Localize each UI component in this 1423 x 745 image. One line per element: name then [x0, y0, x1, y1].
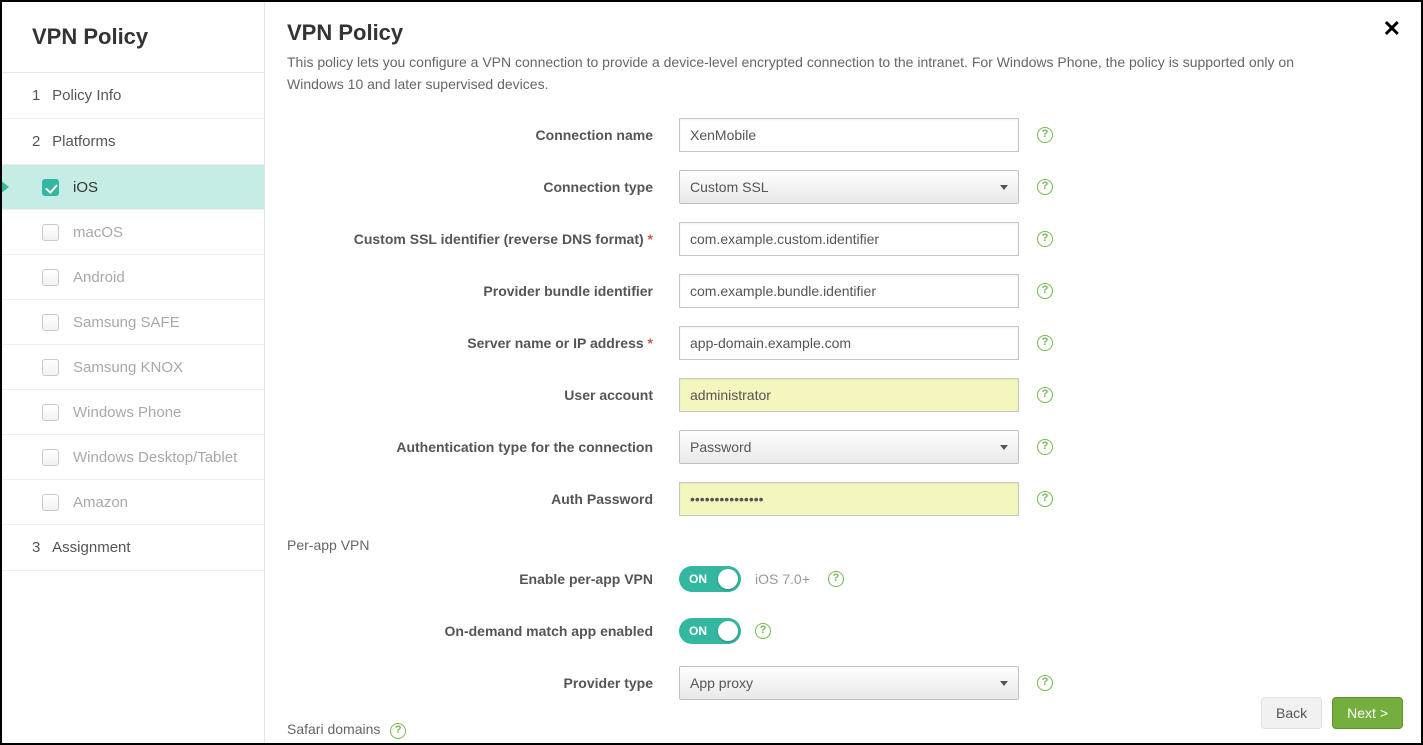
help-icon[interactable]: [1037, 283, 1053, 299]
help-icon[interactable]: [1037, 491, 1053, 507]
step-number: 3: [32, 539, 48, 556]
close-icon[interactable]: ✕: [1383, 18, 1401, 40]
label-auth-type: Authentication type for the connection: [287, 439, 679, 455]
footer: Back Next >: [1243, 683, 1421, 743]
platform-item-android[interactable]: Android: [2, 255, 264, 300]
label-user-account: User account: [287, 387, 679, 403]
main-panel: ✕ VPN Policy This policy lets you config…: [265, 2, 1421, 743]
help-icon[interactable]: [390, 723, 406, 739]
platform-item-windows-desktop-tablet[interactable]: Windows Desktop/Tablet: [2, 435, 264, 480]
sidebar-title: VPN Policy: [2, 2, 264, 73]
input-provider-bundle[interactable]: [679, 274, 1019, 308]
platform-item-windows-phone[interactable]: Windows Phone: [2, 390, 264, 435]
toggle-enable-per-app[interactable]: ON: [679, 566, 741, 592]
select-value: App proxy: [690, 675, 753, 691]
select-value: Custom SSL: [690, 179, 769, 195]
checkbox-icon[interactable]: [42, 449, 59, 466]
help-icon[interactable]: [828, 571, 844, 587]
input-server[interactable]: [679, 326, 1019, 360]
input-user-account[interactable]: [679, 378, 1019, 412]
help-icon[interactable]: [1037, 231, 1053, 247]
checkbox-icon[interactable]: [42, 179, 59, 196]
label-auth-password: Auth Password: [287, 491, 679, 507]
label-provider-type: Provider type: [287, 675, 679, 691]
select-value: Password: [690, 439, 751, 455]
platform-label: Samsung KNOX: [73, 359, 183, 376]
page-title: VPN Policy: [287, 20, 1385, 46]
step-label: Policy Info: [52, 87, 121, 104]
help-icon[interactable]: [755, 623, 771, 639]
help-icon[interactable]: [1037, 335, 1053, 351]
label-connection-type: Connection type: [287, 179, 679, 195]
platform-label: macOS: [73, 224, 123, 241]
section-per-app-vpn: Per-app VPN: [265, 525, 1421, 553]
label-on-demand: On-demand match app enabled: [287, 623, 679, 639]
input-connection-name[interactable]: [679, 118, 1019, 152]
label-connection-name: Connection name: [287, 127, 679, 143]
select-connection-type[interactable]: Custom SSL: [679, 170, 1019, 204]
checkbox-icon[interactable]: [42, 494, 59, 511]
step-label: Platforms: [52, 133, 115, 150]
nav-step-policy-info[interactable]: 1 Policy Info: [2, 73, 264, 119]
input-custom-ssl-id[interactable]: [679, 222, 1019, 256]
label-server: Server name or IP address *: [287, 335, 679, 351]
chevron-down-icon: [1000, 445, 1008, 450]
toggle-knob-icon: [718, 621, 738, 641]
platform-label: Windows Phone: [73, 404, 181, 421]
toggle-on-demand[interactable]: ON: [679, 618, 741, 644]
nav-step-assignment[interactable]: 3 Assignment: [2, 525, 264, 571]
checkbox-icon[interactable]: [42, 359, 59, 376]
toggle-knob-icon: [718, 569, 738, 589]
toggle-on-text: ON: [689, 624, 707, 638]
help-icon[interactable]: [1037, 127, 1053, 143]
chevron-down-icon: [1000, 681, 1008, 686]
step-number: 1: [32, 87, 48, 104]
checkbox-icon[interactable]: [42, 269, 59, 286]
checkbox-icon[interactable]: [42, 224, 59, 241]
select-provider-type[interactable]: App proxy: [679, 666, 1019, 700]
step-number: 2: [32, 133, 48, 150]
back-button[interactable]: Back: [1261, 697, 1322, 729]
platform-item-samsung-knox[interactable]: Samsung KNOX: [2, 345, 264, 390]
checkbox-icon[interactable]: [42, 314, 59, 331]
platform-item-macos[interactable]: macOS: [2, 210, 264, 255]
platform-label: iOS: [73, 179, 98, 196]
page-description: This policy lets you configure a VPN con…: [287, 52, 1307, 95]
platform-label: Android: [73, 269, 125, 286]
help-icon[interactable]: [1037, 387, 1053, 403]
select-auth-type[interactable]: Password: [679, 430, 1019, 464]
help-icon[interactable]: [1037, 179, 1053, 195]
label-enable-per-app: Enable per-app VPN: [287, 571, 679, 587]
platform-item-amazon[interactable]: Amazon: [2, 480, 264, 525]
hint-ios-version: iOS 7.0+: [755, 571, 810, 587]
nav-step-platforms[interactable]: 2 Platforms: [2, 119, 264, 165]
platform-item-samsung-safe[interactable]: Samsung SAFE: [2, 300, 264, 345]
next-button[interactable]: Next >: [1332, 697, 1403, 729]
platform-item-ios[interactable]: iOS: [2, 165, 264, 210]
input-auth-password[interactable]: [679, 482, 1019, 516]
platform-label: Windows Desktop/Tablet: [73, 449, 237, 466]
step-label: Assignment: [52, 539, 130, 556]
toggle-on-text: ON: [689, 572, 707, 586]
platform-label: Samsung SAFE: [73, 314, 180, 331]
label-custom-ssl-id: Custom SSL identifier (reverse DNS forma…: [287, 231, 679, 247]
help-icon[interactable]: [1037, 439, 1053, 455]
help-icon[interactable]: [1037, 675, 1053, 691]
chevron-down-icon: [1000, 185, 1008, 190]
sidebar: VPN Policy 1 Policy Info 2 Platforms iOS…: [2, 2, 265, 743]
checkbox-icon[interactable]: [42, 404, 59, 421]
label-provider-bundle: Provider bundle identifier: [287, 283, 679, 299]
platform-label: Amazon: [73, 494, 128, 511]
